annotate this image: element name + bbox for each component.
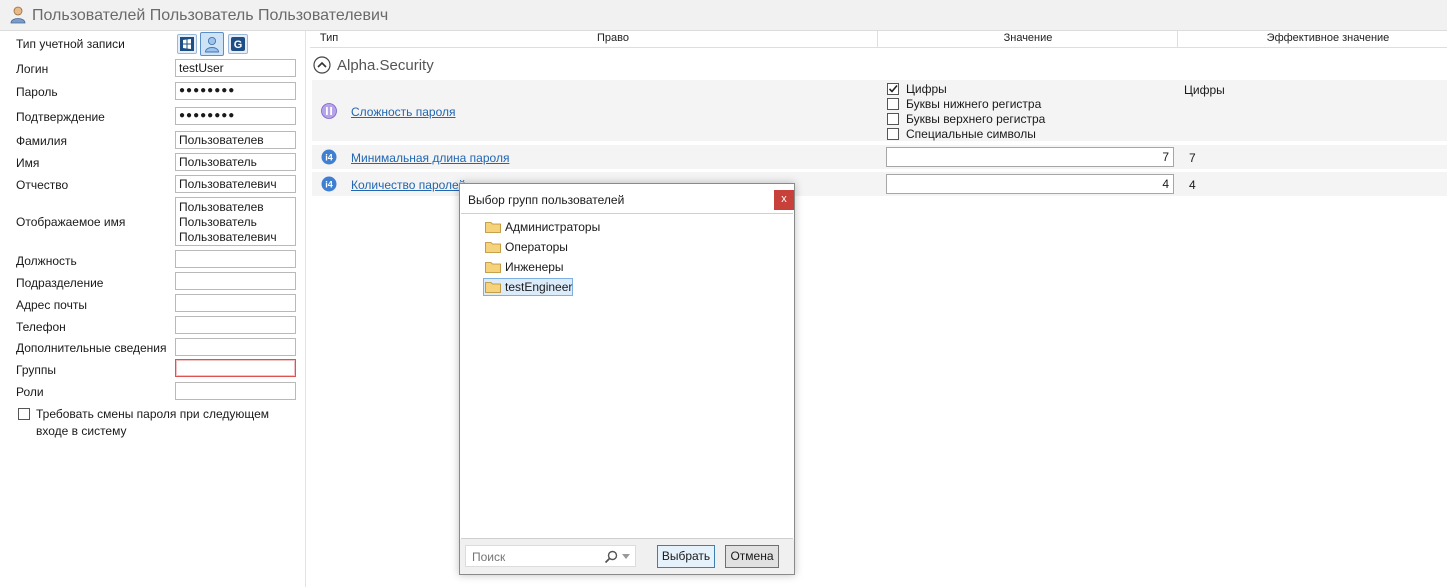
google-icon: G [231, 37, 245, 51]
header-effective-value[interactable]: Эффективное значение [1178, 32, 1447, 44]
user-icon [10, 6, 26, 24]
password-count-link[interactable]: Количество паролей [351, 178, 465, 192]
password-count-input[interactable]: 4 [886, 174, 1174, 194]
dialog-footer: Выбрать Отмена [460, 539, 794, 574]
position-input[interactable] [175, 250, 296, 268]
require-password-change-label-line2: входе в систему [36, 424, 127, 438]
header-right[interactable]: Право [348, 32, 878, 44]
header-value[interactable]: Значение [878, 32, 1178, 44]
type-text: i4 [325, 153, 333, 163]
account-type-google-button[interactable]: G [228, 34, 248, 54]
login-label: Логин [16, 62, 49, 76]
position-label: Должность [16, 254, 77, 268]
last-name-label: Фамилия [16, 134, 67, 148]
password-label: Пароль [16, 85, 58, 99]
folder-icon [485, 282, 501, 293]
account-type-user-button[interactable] [200, 32, 224, 56]
email-input[interactable] [175, 294, 296, 312]
groups-label: Группы [16, 363, 56, 377]
phone-input[interactable] [175, 316, 296, 334]
tree-item-testengineer[interactable]: testEngineer [483, 278, 573, 296]
patronymic-input[interactable]: Пользователевич [175, 175, 296, 193]
display-name-line: Пользователь [179, 215, 257, 229]
folder-icon [485, 262, 501, 273]
folder-icon [485, 222, 501, 233]
confirm-label: Подтверждение [16, 110, 105, 124]
department-label: Подразделение [16, 276, 104, 290]
option-label: Специальные символы [906, 127, 1036, 141]
search-box[interactable] [465, 545, 636, 567]
close-button[interactable]: x [774, 190, 794, 210]
department-input[interactable] [175, 272, 296, 290]
require-password-change-checkbox[interactable] [18, 408, 30, 420]
groups-input[interactable] [175, 359, 296, 377]
select-groups-dialog: Выбор групп пользователей x Администрато… [459, 183, 795, 575]
i4-icon: i4 [321, 176, 337, 192]
tree-item-label: Администраторы [505, 220, 601, 234]
first-name-input[interactable]: Пользователь [175, 153, 296, 171]
groups-tree: Администраторы Операторы Инженеры testEn… [461, 213, 793, 539]
window-title: Пользователей Пользователь Пользователев… [32, 7, 389, 24]
phone-label: Телефон [16, 320, 66, 334]
checkmark-icon [888, 84, 898, 93]
effective-value: 4 [1189, 178, 1196, 192]
select-button[interactable]: Выбрать [657, 545, 715, 568]
header-type[interactable]: Тип [310, 32, 348, 44]
email-label: Адрес почты [16, 298, 87, 312]
display-name-line: Пользователевич [179, 230, 277, 244]
enum-icon [321, 103, 337, 119]
password-input[interactable]: ●●●●●●●● [175, 82, 296, 100]
folder-icon [485, 242, 501, 253]
group-header-row[interactable]: Alpha.Security [310, 53, 1447, 77]
user-properties-panel: Тип учетной записи G Логин testUser Паро… [0, 31, 306, 587]
display-name-label: Отображаемое имя [16, 215, 126, 229]
collapse-chevron-up-icon[interactable] [313, 56, 331, 74]
roles-label: Роли [16, 385, 44, 399]
patronymic-label: Отчество [16, 178, 69, 192]
table-row[interactable]: Сложность пароля Цифры Буквы нижнего рег… [312, 80, 1447, 141]
svg-text:G: G [234, 39, 243, 51]
account-type-windows-button[interactable] [177, 34, 197, 54]
group-title: Alpha.Security [337, 57, 434, 74]
search-icon[interactable] [604, 550, 618, 564]
i4-icon: i4 [321, 149, 337, 165]
table-header: Тип Право Значение Эффективное значение [310, 31, 1447, 48]
display-name-line: Пользователев [179, 200, 264, 214]
min-password-length-input[interactable]: 7 [886, 147, 1174, 167]
window-titlebar: Пользователей Пользователь Пользователев… [0, 0, 1447, 31]
tree-item-label: Операторы [505, 240, 568, 254]
chevron-down-icon[interactable] [622, 554, 630, 559]
display-name-input[interactable]: Пользователев Пользователь Пользователев… [175, 197, 296, 246]
extra-info-input[interactable] [175, 338, 296, 356]
search-input[interactable] [470, 548, 602, 566]
min-password-length-link[interactable]: Минимальная длина пароля [351, 151, 509, 165]
type-text: i4 [325, 180, 333, 190]
effective-value: Цифры [1184, 83, 1225, 97]
effective-value: 7 [1189, 151, 1196, 165]
dialog-title: Выбор групп пользователей [468, 193, 625, 207]
tree-item-label: Инженеры [505, 260, 564, 274]
account-type-label: Тип учетной записи [16, 37, 125, 51]
last-name-input[interactable]: Пользователев [175, 131, 296, 149]
first-name-label: Имя [16, 156, 40, 170]
roles-input[interactable] [175, 382, 296, 400]
login-input[interactable]: testUser [175, 59, 296, 77]
uppercase-checkbox[interactable] [887, 113, 899, 125]
cancel-button[interactable]: Отмена [725, 545, 779, 568]
option-label: Буквы верхнего регистра [906, 112, 1046, 126]
option-label: Буквы нижнего регистра [906, 97, 1042, 111]
option-label: Цифры [906, 82, 947, 96]
extra-info-label: Дополнительные сведения [16, 341, 167, 355]
windows-icon [180, 37, 194, 51]
special-checkbox[interactable] [887, 128, 899, 140]
table-row[interactable]: i4 Минимальная длина пароля 7 7 [312, 145, 1447, 169]
tree-item-label: testEngineer [505, 280, 573, 294]
lowercase-checkbox[interactable] [887, 98, 899, 110]
user-icon [205, 36, 219, 53]
confirm-password-input[interactable]: ●●●●●●●● [175, 107, 296, 125]
digits-checkbox[interactable] [887, 83, 899, 95]
password-complexity-link[interactable]: Сложность пароля [351, 105, 456, 119]
require-password-change-label: Требовать смены пароля при следующем [36, 407, 270, 421]
